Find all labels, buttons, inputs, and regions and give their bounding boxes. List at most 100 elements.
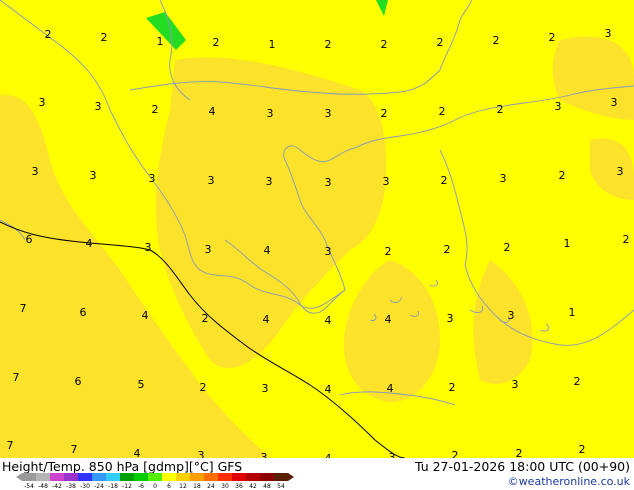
temperature-value: 3 <box>208 174 215 187</box>
temperature-value: 2 <box>381 107 388 120</box>
colorbar-tick-label: 24 <box>207 483 215 490</box>
colorbar-tick-label: -24 <box>94 483 104 490</box>
temperature-value: 3 <box>605 27 612 40</box>
temperature-value: 3 <box>145 241 152 254</box>
temperature-value: 3 <box>555 100 562 113</box>
temperature-value: 3 <box>262 382 269 395</box>
temperature-value: 4 <box>325 383 332 396</box>
temperature-value: 3 <box>205 243 212 256</box>
temperature-value: 3 <box>508 309 515 322</box>
temperature-value: 2 <box>325 38 332 51</box>
temperature-value: 6 <box>26 233 33 246</box>
temperature-value: 2 <box>559 169 566 182</box>
temperature-value: 3 <box>325 245 332 258</box>
temperature-value: 3 <box>325 176 332 189</box>
temperature-value: 2 <box>213 36 220 49</box>
temperature-value: 3 <box>383 175 390 188</box>
temperature-value: 4 <box>264 244 271 257</box>
temperature-value: 1 <box>564 237 571 250</box>
contour-map: 2 2 1 2 1 2 2 2 2 2 3 3 3 2 4 3 3 2 2 2 3 3 3 3 3 3 3 3 3 2 3 2 3 6 4 3 3 4 3 2… <box>0 0 634 458</box>
temperature-value: 7 <box>7 439 14 452</box>
colorbar-tick-label: -30 <box>80 483 90 490</box>
temperature-value: 4 <box>142 309 149 322</box>
colorbar-swatch <box>106 473 121 481</box>
temperature-value: 2 <box>497 103 504 116</box>
colorbar-left-arrow <box>16 473 22 481</box>
colorbar-tick-label: -54 <box>24 483 34 490</box>
temperature-value: 2 <box>439 105 446 118</box>
temperature-value: 2 <box>516 447 523 458</box>
weather-map-panel: 2212122222333243322233333333323236433432… <box>0 0 634 490</box>
colorbar-swatch <box>260 473 275 481</box>
temperature-value: 4 <box>387 382 394 395</box>
colorbar-tick-labels: -54 -48 -42 -38 -30 -24 -18 -12 -6 0 6 12 18 24 30 36 42… <box>24 483 285 490</box>
colorbar-swatch <box>204 473 219 481</box>
colorbar-swatch <box>176 473 191 481</box>
colorbar-right-arrow <box>288 473 294 481</box>
temperature-value: 6 <box>75 375 82 388</box>
temperature-value: 6 <box>80 306 87 319</box>
temperature-value: 7 <box>71 443 78 456</box>
colorbar-tick-label: 36 <box>235 483 243 490</box>
temperature-value: 2 <box>452 449 459 458</box>
temperature-value: 4 <box>134 447 141 458</box>
colorbar-swatch <box>218 473 233 481</box>
colorbar-swatch <box>162 473 177 481</box>
colorbar-tick-label: -6 <box>138 483 144 490</box>
colorbar-swatch <box>50 473 65 481</box>
colorbar-swatch <box>36 473 51 481</box>
temperature-value: 3 <box>617 165 624 178</box>
temperature-value: 3 <box>32 165 39 178</box>
colorbar-tick-label: 42 <box>249 483 257 490</box>
temperature-value: 3 <box>149 172 156 185</box>
colorbar-tick-label: -18 <box>108 483 118 490</box>
temperature-value: 3 <box>39 96 46 109</box>
temperature-value: 3 <box>325 107 332 120</box>
temperature-value: 4 <box>209 105 216 118</box>
temperature-value: 2 <box>437 36 444 49</box>
temperature-value: 2 <box>385 245 392 258</box>
temperature-value: 3 <box>198 449 205 458</box>
temperature-value: 2 <box>45 28 52 41</box>
temperature-value: 7 <box>20 302 27 315</box>
colorbar-swatch <box>274 473 289 481</box>
temperature-value: 2 <box>623 233 630 246</box>
temperature-value: 3 <box>611 96 618 109</box>
temperature-value: 4 <box>325 314 332 327</box>
colorbar-tick-label: 48 <box>263 483 271 490</box>
colorbar-tick-label: 0 <box>153 483 157 490</box>
temperature-value: 3 <box>90 169 97 182</box>
temperature-value: 2 <box>444 243 451 256</box>
temperature-value: 3 <box>512 378 519 391</box>
colorbar-swatch <box>78 473 93 481</box>
colorbar-swatch <box>246 473 261 481</box>
temperature-value: 2 <box>441 174 448 187</box>
temperature-value: 2 <box>504 241 511 254</box>
colorbar-swatch <box>148 473 163 481</box>
temperature-value: 2 <box>381 38 388 51</box>
colorbar-swatch <box>190 473 205 481</box>
colorbar-tick-label: 30 <box>221 483 229 490</box>
colorbar-swatch <box>134 473 149 481</box>
temperature-value: 7 <box>13 371 20 384</box>
temperature-value: 3 <box>447 312 454 325</box>
colorbar-swatch <box>22 473 37 481</box>
temperature-value: 2 <box>200 381 207 394</box>
colorbar-swatch <box>92 473 107 481</box>
temperature-value: 2 <box>493 34 500 47</box>
temperature-value: 1 <box>269 38 276 51</box>
colorbar-swatches <box>16 473 294 481</box>
temperature-value: 2 <box>202 312 209 325</box>
colorbar-tick-label: -42 <box>52 483 62 490</box>
colorbar-swatch <box>64 473 79 481</box>
valid-time: Tu 27-01-2026 18:00 UTC (00+90) <box>414 459 630 474</box>
temperature-value: 4 <box>263 313 270 326</box>
temperature-value: 3 <box>261 451 268 458</box>
temperature-value: 1 <box>569 306 576 319</box>
temperature-value: 3 <box>389 451 396 458</box>
temperature-value: 2 <box>101 31 108 44</box>
colorbar-tick-label: 6 <box>167 483 171 490</box>
credit-link[interactable]: ©weatheronline.co.uk <box>508 475 630 488</box>
temperature-value: 2 <box>579 443 586 456</box>
temperature-value: 2 <box>449 381 456 394</box>
